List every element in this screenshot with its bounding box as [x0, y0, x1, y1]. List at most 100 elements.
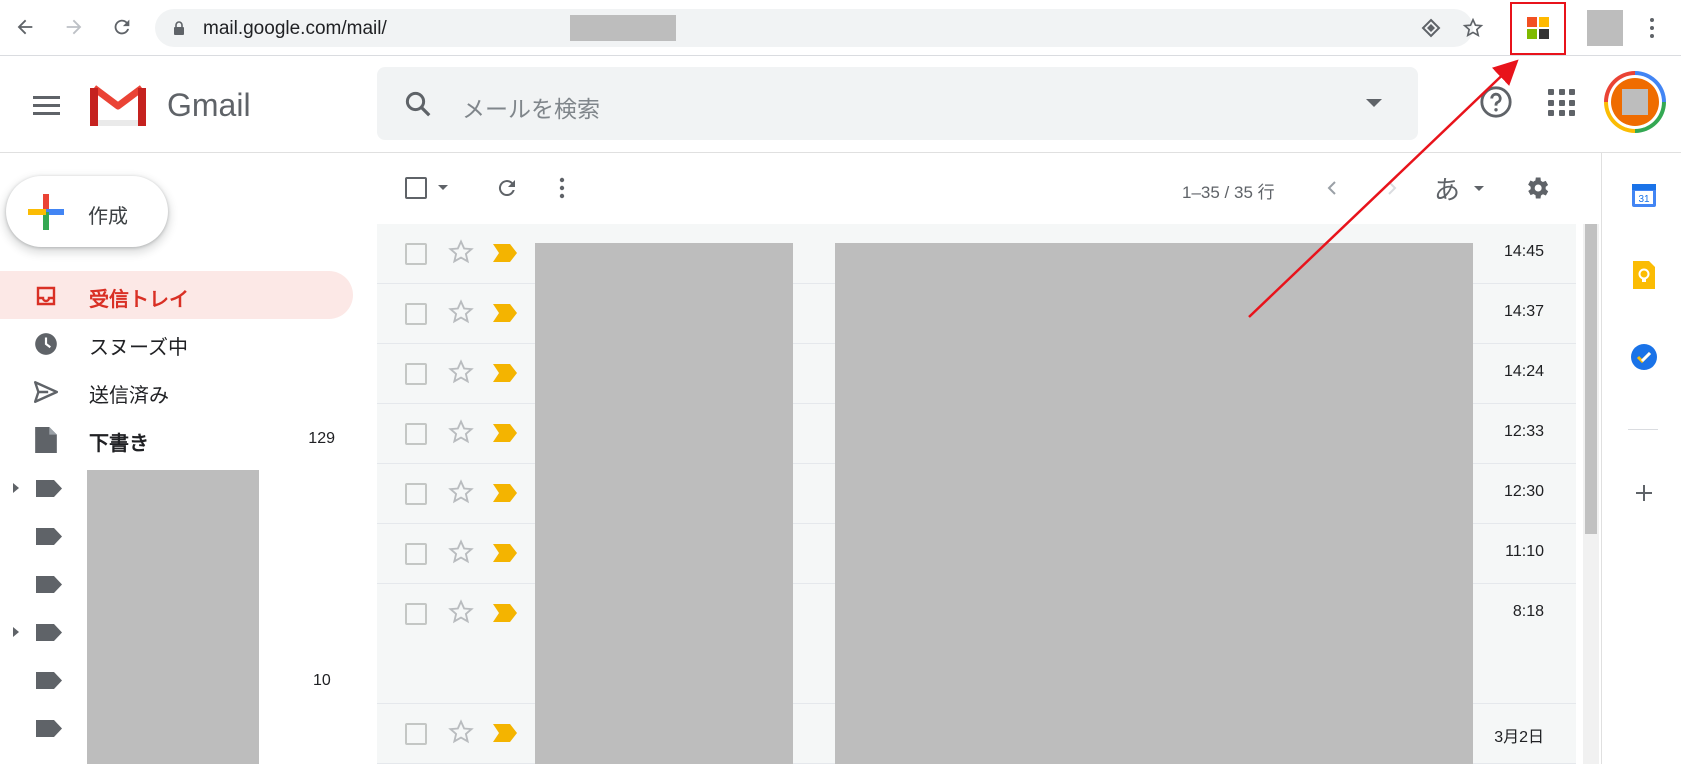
star-icon[interactable] — [447, 298, 475, 326]
scrollbar-thumb[interactable] — [1585, 224, 1597, 534]
email-time: 14:45 — [1503, 243, 1544, 260]
chevron-down-icon[interactable] — [1473, 185, 1485, 193]
browser-toolbar: mail.google.com/mail/ — [0, 0, 1681, 56]
pagination-text: 1–35 / 35 行 — [1182, 183, 1275, 202]
list-scrollbar[interactable] — [1583, 224, 1599, 764]
star-icon[interactable] — [447, 238, 475, 266]
browser-profile-avatar[interactable] — [1587, 10, 1623, 46]
row-checkbox[interactable] — [405, 363, 427, 385]
back-button[interactable] — [6, 8, 44, 46]
importance-marker-icon[interactable] — [493, 484, 517, 502]
url-text: mail.google.com/mail/ — [203, 18, 387, 39]
browser-menu-button[interactable] — [1640, 14, 1664, 42]
extension-icon[interactable] — [1527, 17, 1549, 39]
clock-icon — [32, 330, 60, 358]
sidebar-item-sent[interactable]: 送信済み — [0, 367, 353, 415]
row-checkbox[interactable] — [405, 303, 427, 325]
apps-grid-icon[interactable] — [1548, 89, 1576, 117]
address-bar[interactable]: mail.google.com/mail/ — [155, 9, 1484, 47]
sender-redaction — [535, 243, 793, 764]
settings-button[interactable] — [1517, 153, 1557, 223]
search-options-icon[interactable] — [1366, 99, 1382, 107]
calendar-day-number: 31 — [1638, 194, 1650, 205]
bookmark-star-icon[interactable] — [1461, 16, 1485, 40]
sidebar-item-snoozed[interactable]: スヌーズ中 — [0, 319, 353, 367]
sidebar-item-label: スヌーズ中 — [89, 337, 188, 359]
importance-marker-icon[interactable] — [493, 544, 517, 562]
refresh-icon — [498, 180, 515, 197]
gmail-brand[interactable]: Gmail — [167, 87, 251, 124]
label-icon[interactable] — [36, 720, 62, 737]
settings-gear-icon — [1528, 177, 1549, 199]
reload-button[interactable] — [103, 8, 141, 46]
label-icon[interactable] — [36, 672, 62, 689]
side-panel: 31 — [1601, 153, 1681, 764]
star-icon[interactable] — [447, 538, 475, 566]
select-all-checkbox[interactable] — [401, 153, 453, 223]
chevron-right-icon — [1388, 181, 1397, 195]
tasks-icon[interactable] — [1630, 343, 1658, 371]
label-icon[interactable] — [36, 624, 62, 641]
side-panel-divider — [1628, 429, 1658, 430]
search-icon[interactable] — [403, 89, 433, 119]
row-checkbox[interactable] — [405, 603, 427, 625]
star-icon[interactable] — [447, 418, 475, 446]
star-icon[interactable] — [447, 718, 475, 746]
star-icon[interactable] — [447, 478, 475, 506]
label-icon[interactable] — [36, 480, 62, 497]
email-time: 14:24 — [1503, 363, 1544, 380]
row-checkbox[interactable] — [405, 243, 427, 265]
sidebar-item-drafts[interactable]: 下書き 129 — [0, 415, 353, 463]
importance-marker-icon[interactable] — [493, 244, 517, 262]
row-checkbox[interactable] — [405, 543, 427, 565]
label-names-redaction — [87, 470, 259, 764]
install-app-icon[interactable] — [1419, 16, 1443, 40]
importance-marker-icon[interactable] — [493, 604, 517, 622]
email-time: 3月2日 — [1494, 729, 1544, 746]
main-menu-button[interactable] — [26, 85, 66, 125]
row-checkbox[interactable] — [405, 723, 427, 745]
sidebar-item-label: 下書き — [89, 433, 149, 455]
row-checkbox[interactable] — [405, 483, 427, 505]
expand-arrow-icon[interactable] — [13, 483, 19, 493]
account-avatar[interactable] — [1604, 71, 1666, 133]
chevron-left-icon — [1327, 181, 1336, 195]
label-icon[interactable] — [36, 576, 62, 593]
row-checkbox[interactable] — [405, 423, 427, 445]
sidebar-item-label: 受信トレイ — [89, 289, 189, 311]
help-icon[interactable] — [1479, 85, 1513, 119]
forward-button[interactable] — [55, 8, 93, 46]
mail-toolbar: 1–35 / 35 行 あ — [377, 153, 1581, 223]
expand-arrow-icon[interactable] — [13, 627, 19, 637]
add-icon[interactable] — [1630, 479, 1658, 507]
star-icon[interactable] — [447, 598, 475, 626]
importance-marker-icon[interactable] — [493, 724, 517, 742]
sidebar-item-inbox[interactable]: 受信トレイ — [0, 271, 353, 319]
subject-redaction — [835, 243, 1473, 764]
input-tools-button[interactable]: あ — [1434, 170, 1460, 207]
calendar-icon[interactable]: 31 — [1630, 181, 1658, 209]
importance-marker-icon[interactable] — [493, 364, 517, 382]
plus-multicolor-icon — [28, 194, 64, 230]
more-icon — [559, 177, 565, 199]
email-time: 11:10 — [1505, 543, 1544, 560]
inbox-icon — [32, 282, 60, 310]
label-icon[interactable] — [36, 528, 62, 545]
refresh-button[interactable] — [487, 153, 527, 223]
star-icon[interactable] — [447, 358, 475, 386]
chevron-down-icon[interactable] — [437, 184, 449, 192]
mail-search-box[interactable]: メールを検索 — [377, 67, 1418, 140]
more-button[interactable] — [547, 153, 577, 223]
newer-button[interactable] — [1377, 153, 1407, 223]
send-icon — [32, 378, 60, 406]
reload-icon — [114, 19, 130, 35]
gmail-header: Gmail メールを検索 — [0, 57, 1681, 153]
compose-label: 作成 — [88, 206, 128, 228]
drafts-count: 129 — [308, 430, 335, 447]
keep-icon[interactable] — [1630, 261, 1658, 289]
older-button[interactable] — [1317, 153, 1347, 223]
compose-button[interactable]: 作成 — [6, 176, 168, 247]
importance-marker-icon[interactable] — [493, 304, 517, 322]
importance-marker-icon[interactable] — [493, 424, 517, 442]
url-redaction — [570, 15, 676, 41]
